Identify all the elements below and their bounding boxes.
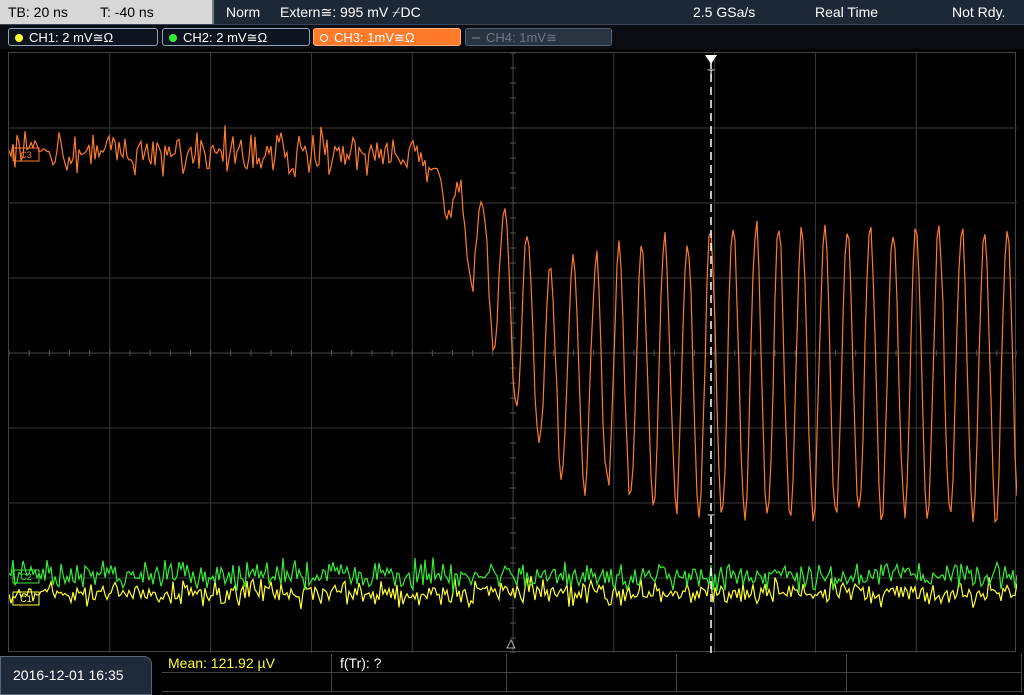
trigger-mid-label: T bbox=[707, 512, 715, 526]
measurement-cell[interactable] bbox=[847, 673, 1022, 692]
timebase-label: TB: 20 ns bbox=[8, 4, 68, 20]
channel-4-button[interactable]: CH4: 1mV≅ bbox=[465, 28, 612, 46]
channel-1-marker-label: C1 bbox=[20, 594, 32, 604]
mean-measurement: Mean: 121.92 µV bbox=[168, 655, 275, 671]
channel-2-button[interactable]: CH2: 2 mV≅Ω bbox=[162, 28, 310, 46]
channel-2-marker-label: C2 bbox=[20, 572, 32, 582]
measurement-cell[interactable] bbox=[677, 673, 847, 692]
channel-2-dot-icon bbox=[169, 34, 177, 42]
channel-1-label: CH1: 2 mV≅Ω bbox=[29, 30, 114, 45]
measurement-cell[interactable]: f(Tr): ? bbox=[332, 654, 507, 673]
rise-frequency-measurement: f(Tr): ? bbox=[340, 655, 382, 671]
date-time: 2016-12-01 16:35 bbox=[0, 656, 152, 695]
measurement-cell[interactable] bbox=[332, 673, 507, 692]
channel-3-button[interactable]: CH3: 1mV≅Ω bbox=[313, 28, 461, 46]
trigger-top-label: T bbox=[707, 67, 715, 81]
channel-4-dot-icon bbox=[472, 37, 480, 39]
channel-1-dot-icon bbox=[15, 34, 23, 42]
trigger-source[interactable]: Extern≅: 995 mV ⌿DC bbox=[280, 0, 421, 24]
timebase-box[interactable]: TB: 20 ns T: -40 ns bbox=[0, 0, 214, 24]
graticule-grid bbox=[9, 53, 1017, 653]
measurement-cell[interactable]: Mean: 121.92 µV bbox=[162, 654, 332, 673]
channel-3-label: CH3: 1mV≅Ω bbox=[334, 30, 415, 45]
channel-3-dot-icon bbox=[320, 34, 328, 42]
measurement-cell[interactable] bbox=[507, 673, 677, 692]
measurement-cell[interactable] bbox=[162, 673, 332, 692]
acquisition-status: Not Rdy. bbox=[952, 4, 1006, 20]
trigger-bottom-marker-icon bbox=[506, 638, 516, 649]
waveform-display[interactable]: T T C3 C2 C1 bbox=[8, 52, 1017, 653]
measurement-cell[interactable] bbox=[677, 654, 847, 673]
channel-1-button[interactable]: CH1: 2 mV≅Ω bbox=[8, 28, 158, 46]
channel-bar: CH1: 2 mV≅Ω CH2: 2 mV≅Ω CH3: 1mV≅Ω CH4: … bbox=[0, 25, 1024, 49]
measurement-cell[interactable] bbox=[507, 654, 677, 673]
status-bar: TB: 20 ns T: -40 ns Norm Extern≅: 995 mV… bbox=[0, 0, 1024, 25]
waveform-graph: T T C3 C2 C1 bbox=[9, 53, 1017, 653]
channel-3-marker-label: C3 bbox=[20, 150, 32, 160]
trigger-top-arrow-icon bbox=[705, 55, 717, 64]
trigger-mode[interactable]: Norm bbox=[226, 0, 260, 24]
measurement-cell[interactable] bbox=[847, 654, 1022, 673]
channel-3-marker[interactable]: C3 bbox=[12, 147, 40, 162]
sample-rate: 2.5 GSa/s bbox=[693, 4, 756, 20]
acquisition-mode: Real Time bbox=[815, 4, 879, 20]
measurement-table: Mean: 121.92 µV f(Tr): ? bbox=[162, 654, 1022, 694]
trigger-position-label: T: -40 ns bbox=[100, 4, 154, 20]
channel-4-label: CH4: 1mV≅ bbox=[486, 30, 557, 45]
channel-2-label: CH2: 2 mV≅Ω bbox=[183, 30, 268, 45]
